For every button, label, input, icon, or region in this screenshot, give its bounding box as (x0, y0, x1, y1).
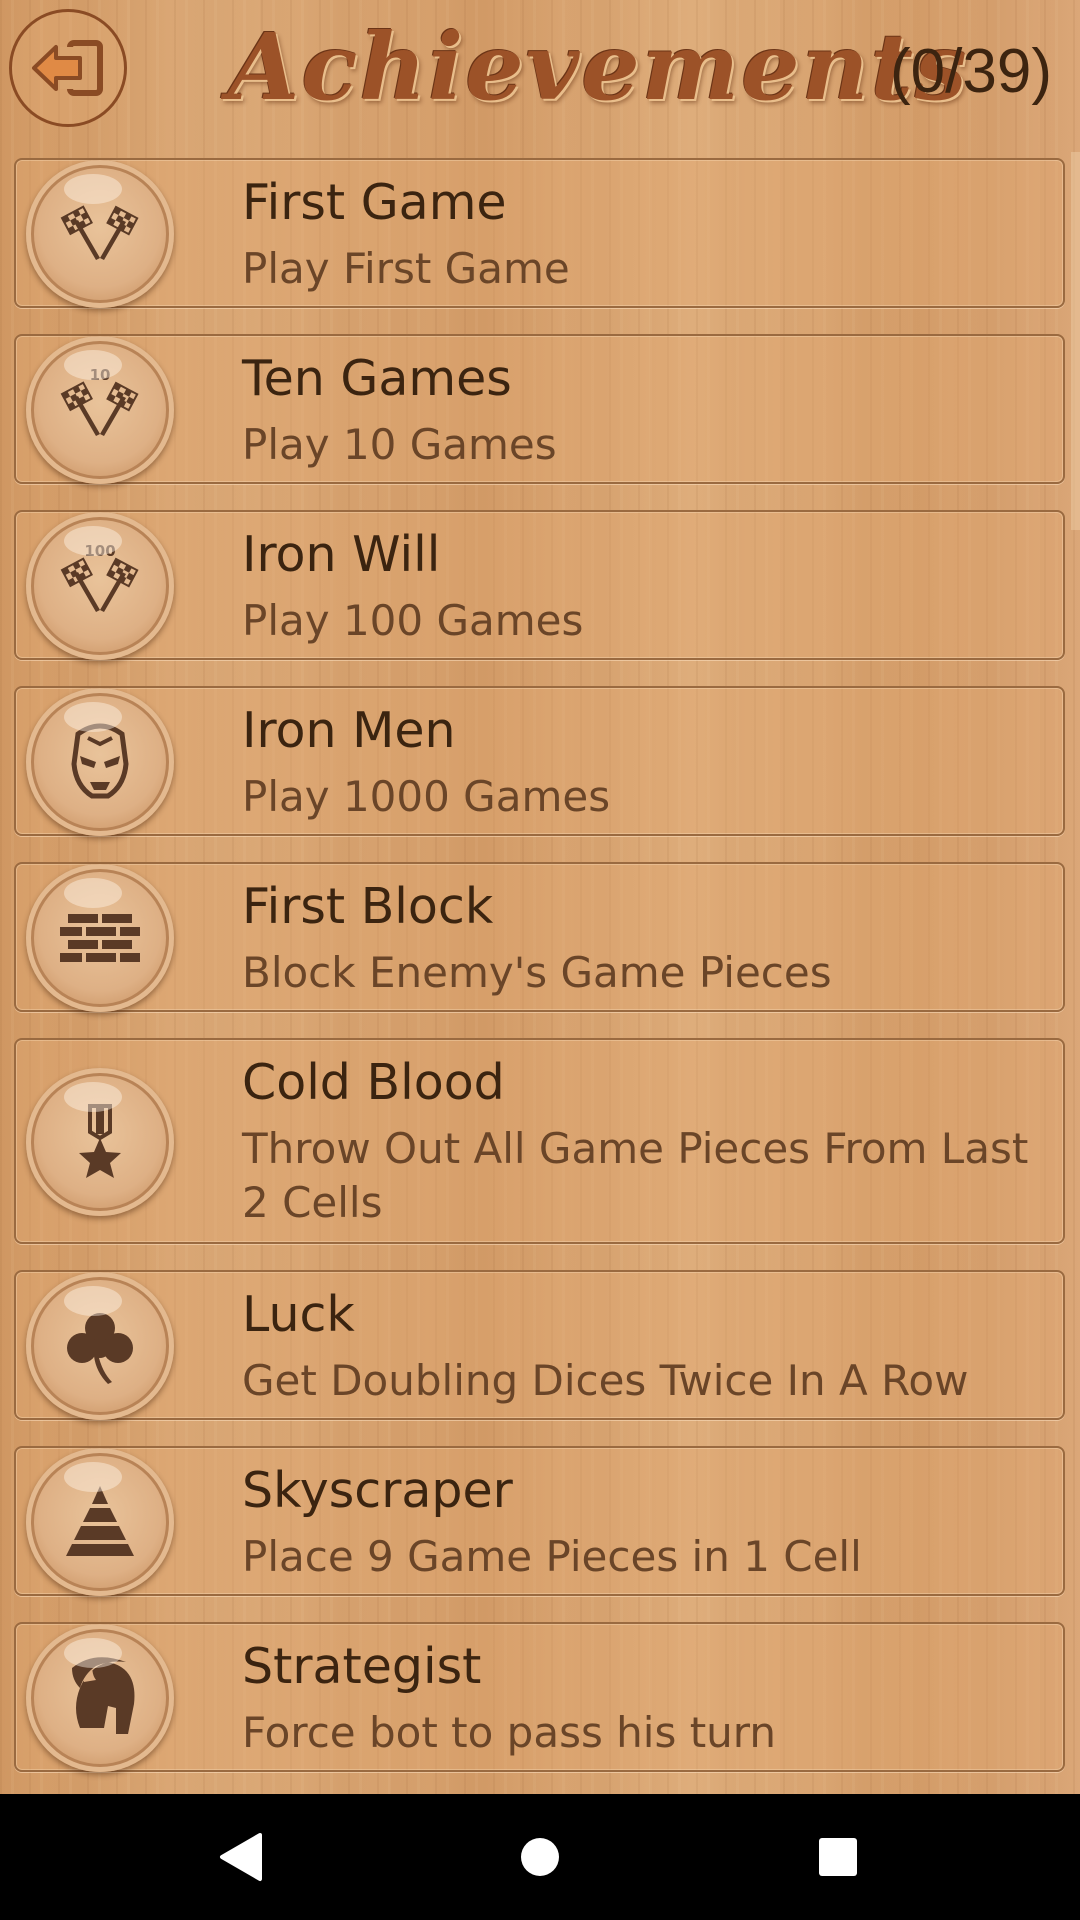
achievement-count: (0/39) (890, 37, 1052, 106)
exit-arrow-icon (32, 40, 103, 96)
achievement-medal: 100 (26, 512, 174, 660)
achievement-title: First Block (242, 878, 494, 935)
iron-mask-icon (71, 723, 129, 799)
achievement-card-strategist[interactable]: Strategist Force bot to pass his turn (14, 1622, 1065, 1772)
achievement-medal: 10 (26, 336, 174, 484)
achievement-card-skyscraper[interactable]: Skyscraper Place 9 Game Pieces in 1 Cell (14, 1446, 1065, 1596)
header: Achievements (0/39) (0, 0, 1080, 150)
achievement-description: Place 9 Game Pieces in 1 Cell (242, 1532, 862, 1581)
achievement-title: Skyscraper (242, 1462, 513, 1519)
achievement-title: Cold Blood (242, 1054, 505, 1111)
achievement-title: Iron Will (242, 526, 441, 583)
achievement-title: Luck (242, 1286, 355, 1343)
checkered-flags-100-icon: 100 (60, 542, 139, 612)
pyramid-icon (66, 1486, 134, 1556)
achievement-description: Get Doubling Dices Twice In A Row (242, 1356, 969, 1405)
nav-recents-icon (819, 1838, 857, 1876)
achievement-description: Throw Out All Game Pieces From Last 2 Ce… (242, 1124, 1029, 1227)
achievement-medal (26, 1272, 174, 1420)
nav-recents-button[interactable] (803, 1822, 873, 1892)
achievement-title: First Game (242, 174, 507, 231)
medal-star-icon (79, 1104, 121, 1178)
nav-back-button[interactable] (205, 1822, 275, 1892)
achievement-title: Strategist (242, 1638, 482, 1695)
achievement-description: Force bot to pass his turn (242, 1708, 776, 1757)
achievement-medal (26, 1448, 174, 1596)
system-navigation-bar (0, 1794, 1080, 1920)
achievement-medal (26, 688, 174, 836)
spartan-helmet-icon (72, 1657, 135, 1734)
achievement-card-cold-blood[interactable]: Cold Blood Throw Out All Game Pieces Fro… (14, 1038, 1065, 1244)
achievement-card-first-block[interactable]: First Block Block Enemy's Game Pieces (14, 862, 1065, 1012)
brick-wall-icon (60, 914, 140, 962)
back-button[interactable] (9, 9, 127, 127)
nav-home-button[interactable] (505, 1822, 575, 1892)
achievement-card-iron-men[interactable]: Iron Men Play 1000 Games (14, 686, 1065, 836)
achievement-title: Iron Men (242, 702, 456, 759)
svg-text:10: 10 (90, 366, 111, 384)
achievement-medal (26, 864, 174, 1012)
nav-home-icon (521, 1838, 559, 1876)
achievement-title: Ten Games (242, 350, 512, 407)
nav-back-icon (220, 1833, 262, 1881)
clover-icon (67, 1313, 133, 1384)
achievement-medal (26, 160, 174, 308)
achievement-medal (26, 1068, 174, 1216)
achievement-description: Play 100 Games (242, 596, 584, 645)
achievement-description: Play 10 Games (242, 420, 557, 469)
scrollbar[interactable] (1071, 152, 1080, 530)
achievement-card-luck[interactable]: Luck Get Doubling Dices Twice In A Row (14, 1270, 1065, 1420)
achievement-medal (26, 1624, 174, 1772)
page-title: Achievements (228, 13, 969, 121)
checkered-flags-icon (60, 205, 139, 260)
svg-text:100: 100 (84, 542, 115, 560)
achievement-description: Block Enemy's Game Pieces (242, 948, 832, 997)
checkered-flags-10-icon: 10 (60, 366, 139, 436)
achievement-card-iron-will[interactable]: 100 Iron Will Play 100 Games (14, 510, 1065, 660)
achievements-screen: Achievements (0/39) First Game Play Firs… (0, 0, 1080, 1794)
achievement-description: Play 1000 Games (242, 772, 611, 821)
achievement-card-ten-games[interactable]: 10 Ten Games Play 10 Games (14, 334, 1065, 484)
achievement-card-first-game[interactable]: First Game Play First Game (14, 158, 1065, 308)
achievement-description: Play First Game (242, 244, 570, 293)
